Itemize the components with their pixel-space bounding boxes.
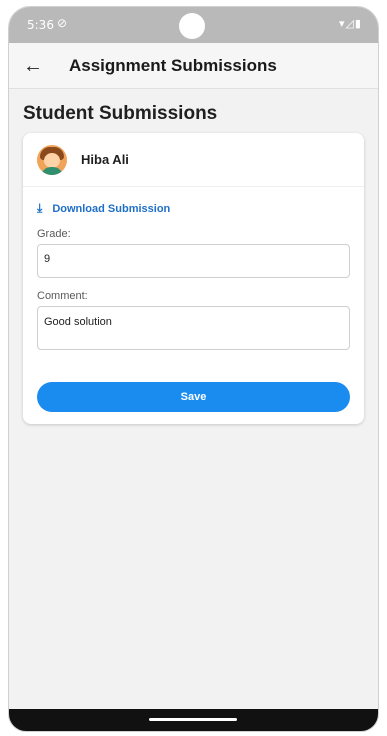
status-time: 5:36 (27, 18, 54, 32)
home-handle[interactable] (149, 718, 237, 721)
avatar (37, 144, 67, 175)
grade-input[interactable]: 9 (37, 244, 350, 278)
submission-card: Hiba Ali ⤓ Download Submission Grade: 9 … (23, 133, 364, 424)
download-label: Download Submission (52, 202, 171, 215)
comment-label: Comment: (37, 290, 88, 302)
save-button[interactable]: Save (37, 382, 350, 412)
system-nav-bar (9, 709, 378, 731)
do-not-disturb-icon: ⊘ (57, 16, 68, 30)
app-bar: ← Assignment Submissions (9, 43, 378, 89)
status-bar: 5:36 ⊘ ▾◿▮ (9, 7, 378, 43)
submission-form: ⤓ Download Submission Grade: 9 Comment: … (23, 187, 364, 424)
arrow-left-icon[interactable]: ← (9, 56, 49, 76)
download-icon: ⤓ (37, 201, 43, 215)
camera-cutout (179, 13, 205, 39)
student-row: Hiba Ali (23, 133, 364, 187)
main-content: Student Submissions Hiba Ali ⤓ Download … (9, 103, 378, 424)
section-title: Student Submissions (23, 103, 218, 124)
comment-input[interactable]: Good solution (37, 306, 350, 350)
grade-label: Grade: (37, 228, 71, 240)
phone-frame: 5:36 ⊘ ▾◿▮ ← Assignment Submissions Stud… (8, 6, 379, 732)
student-name: Hiba Ali (81, 152, 129, 167)
download-submission-link[interactable]: ⤓ Download Submission (37, 201, 350, 216)
app-title: Assignment Submissions (69, 55, 277, 75)
signal-battery-icons: ▾◿▮ (338, 18, 362, 30)
